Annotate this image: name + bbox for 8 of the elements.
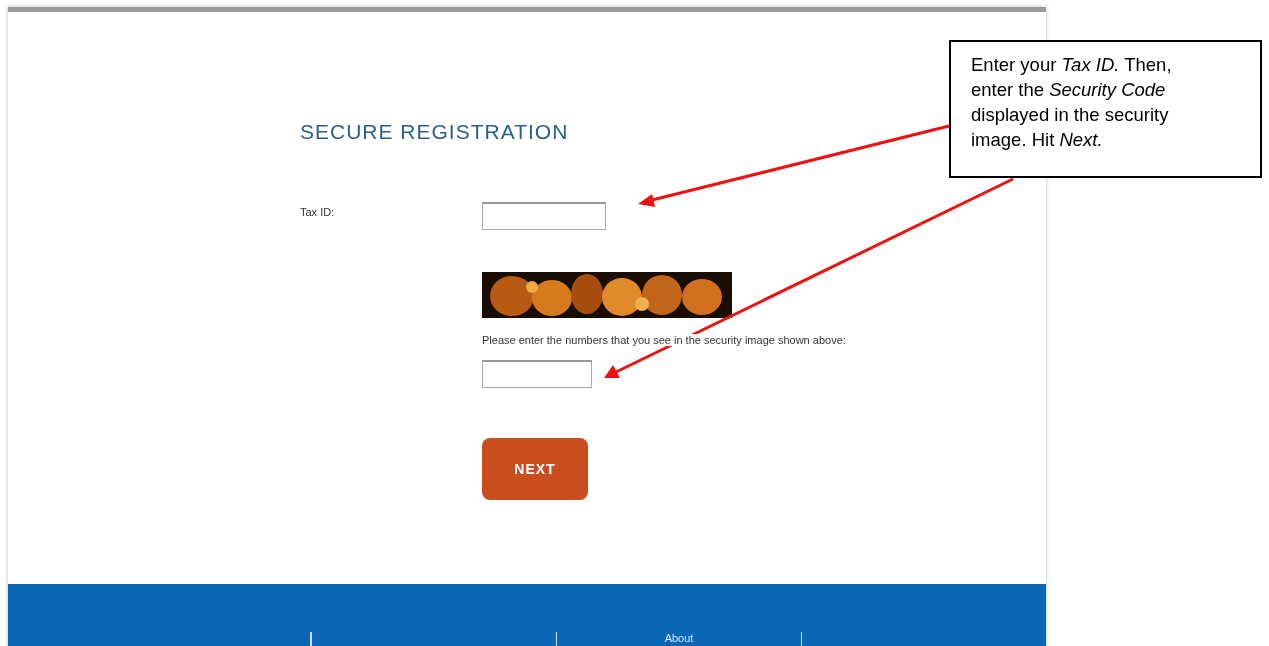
security-prompt: Please enter the numbers that you see in the security image shown above: <box>482 334 846 346</box>
security-code-field[interactable] <box>482 360 592 388</box>
callout-text: Enter your Tax ID. Then, enter the Security Code displayed in the security image. Hit Next. <box>971 54 1172 150</box>
footer-link[interactable]: About <box>664 632 694 646</box>
tax-id-field[interactable] <box>482 202 606 230</box>
form-title: SECURE REGISTRATION <box>300 120 569 144</box>
tax-id-label: Tax ID: <box>300 205 336 218</box>
next-button[interactable]: NEXT <box>482 438 588 500</box>
